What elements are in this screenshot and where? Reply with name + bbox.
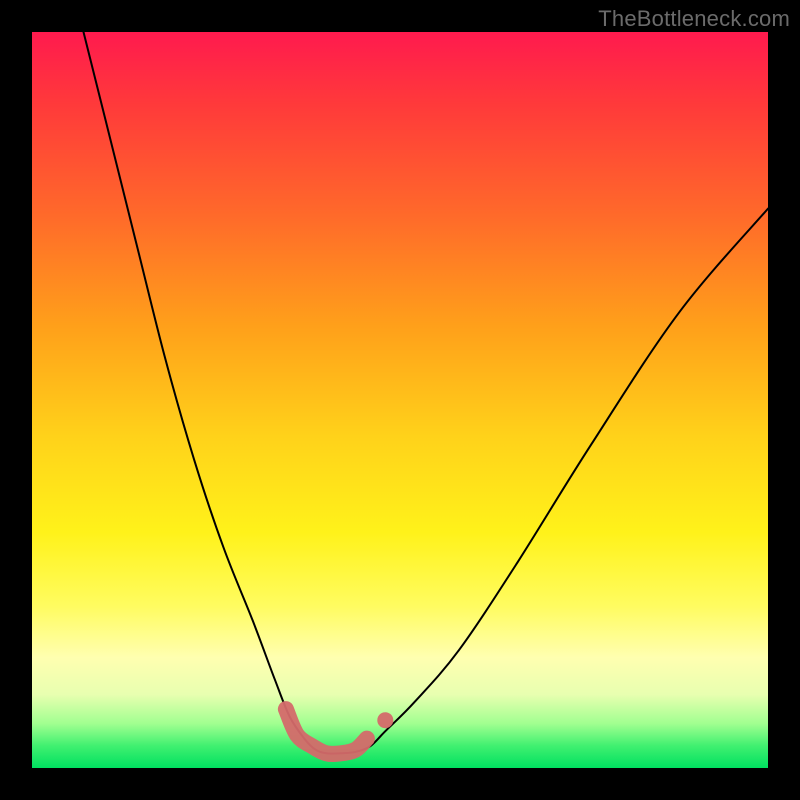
chart-frame: TheBottleneck.com [0,0,800,800]
optimal-range-marker [286,709,367,754]
plot-area [32,32,768,768]
chart-svg [32,32,768,768]
watermark-text: TheBottleneck.com [598,6,790,32]
optimal-range-dot [377,712,393,728]
bottleneck-curve [84,32,769,754]
